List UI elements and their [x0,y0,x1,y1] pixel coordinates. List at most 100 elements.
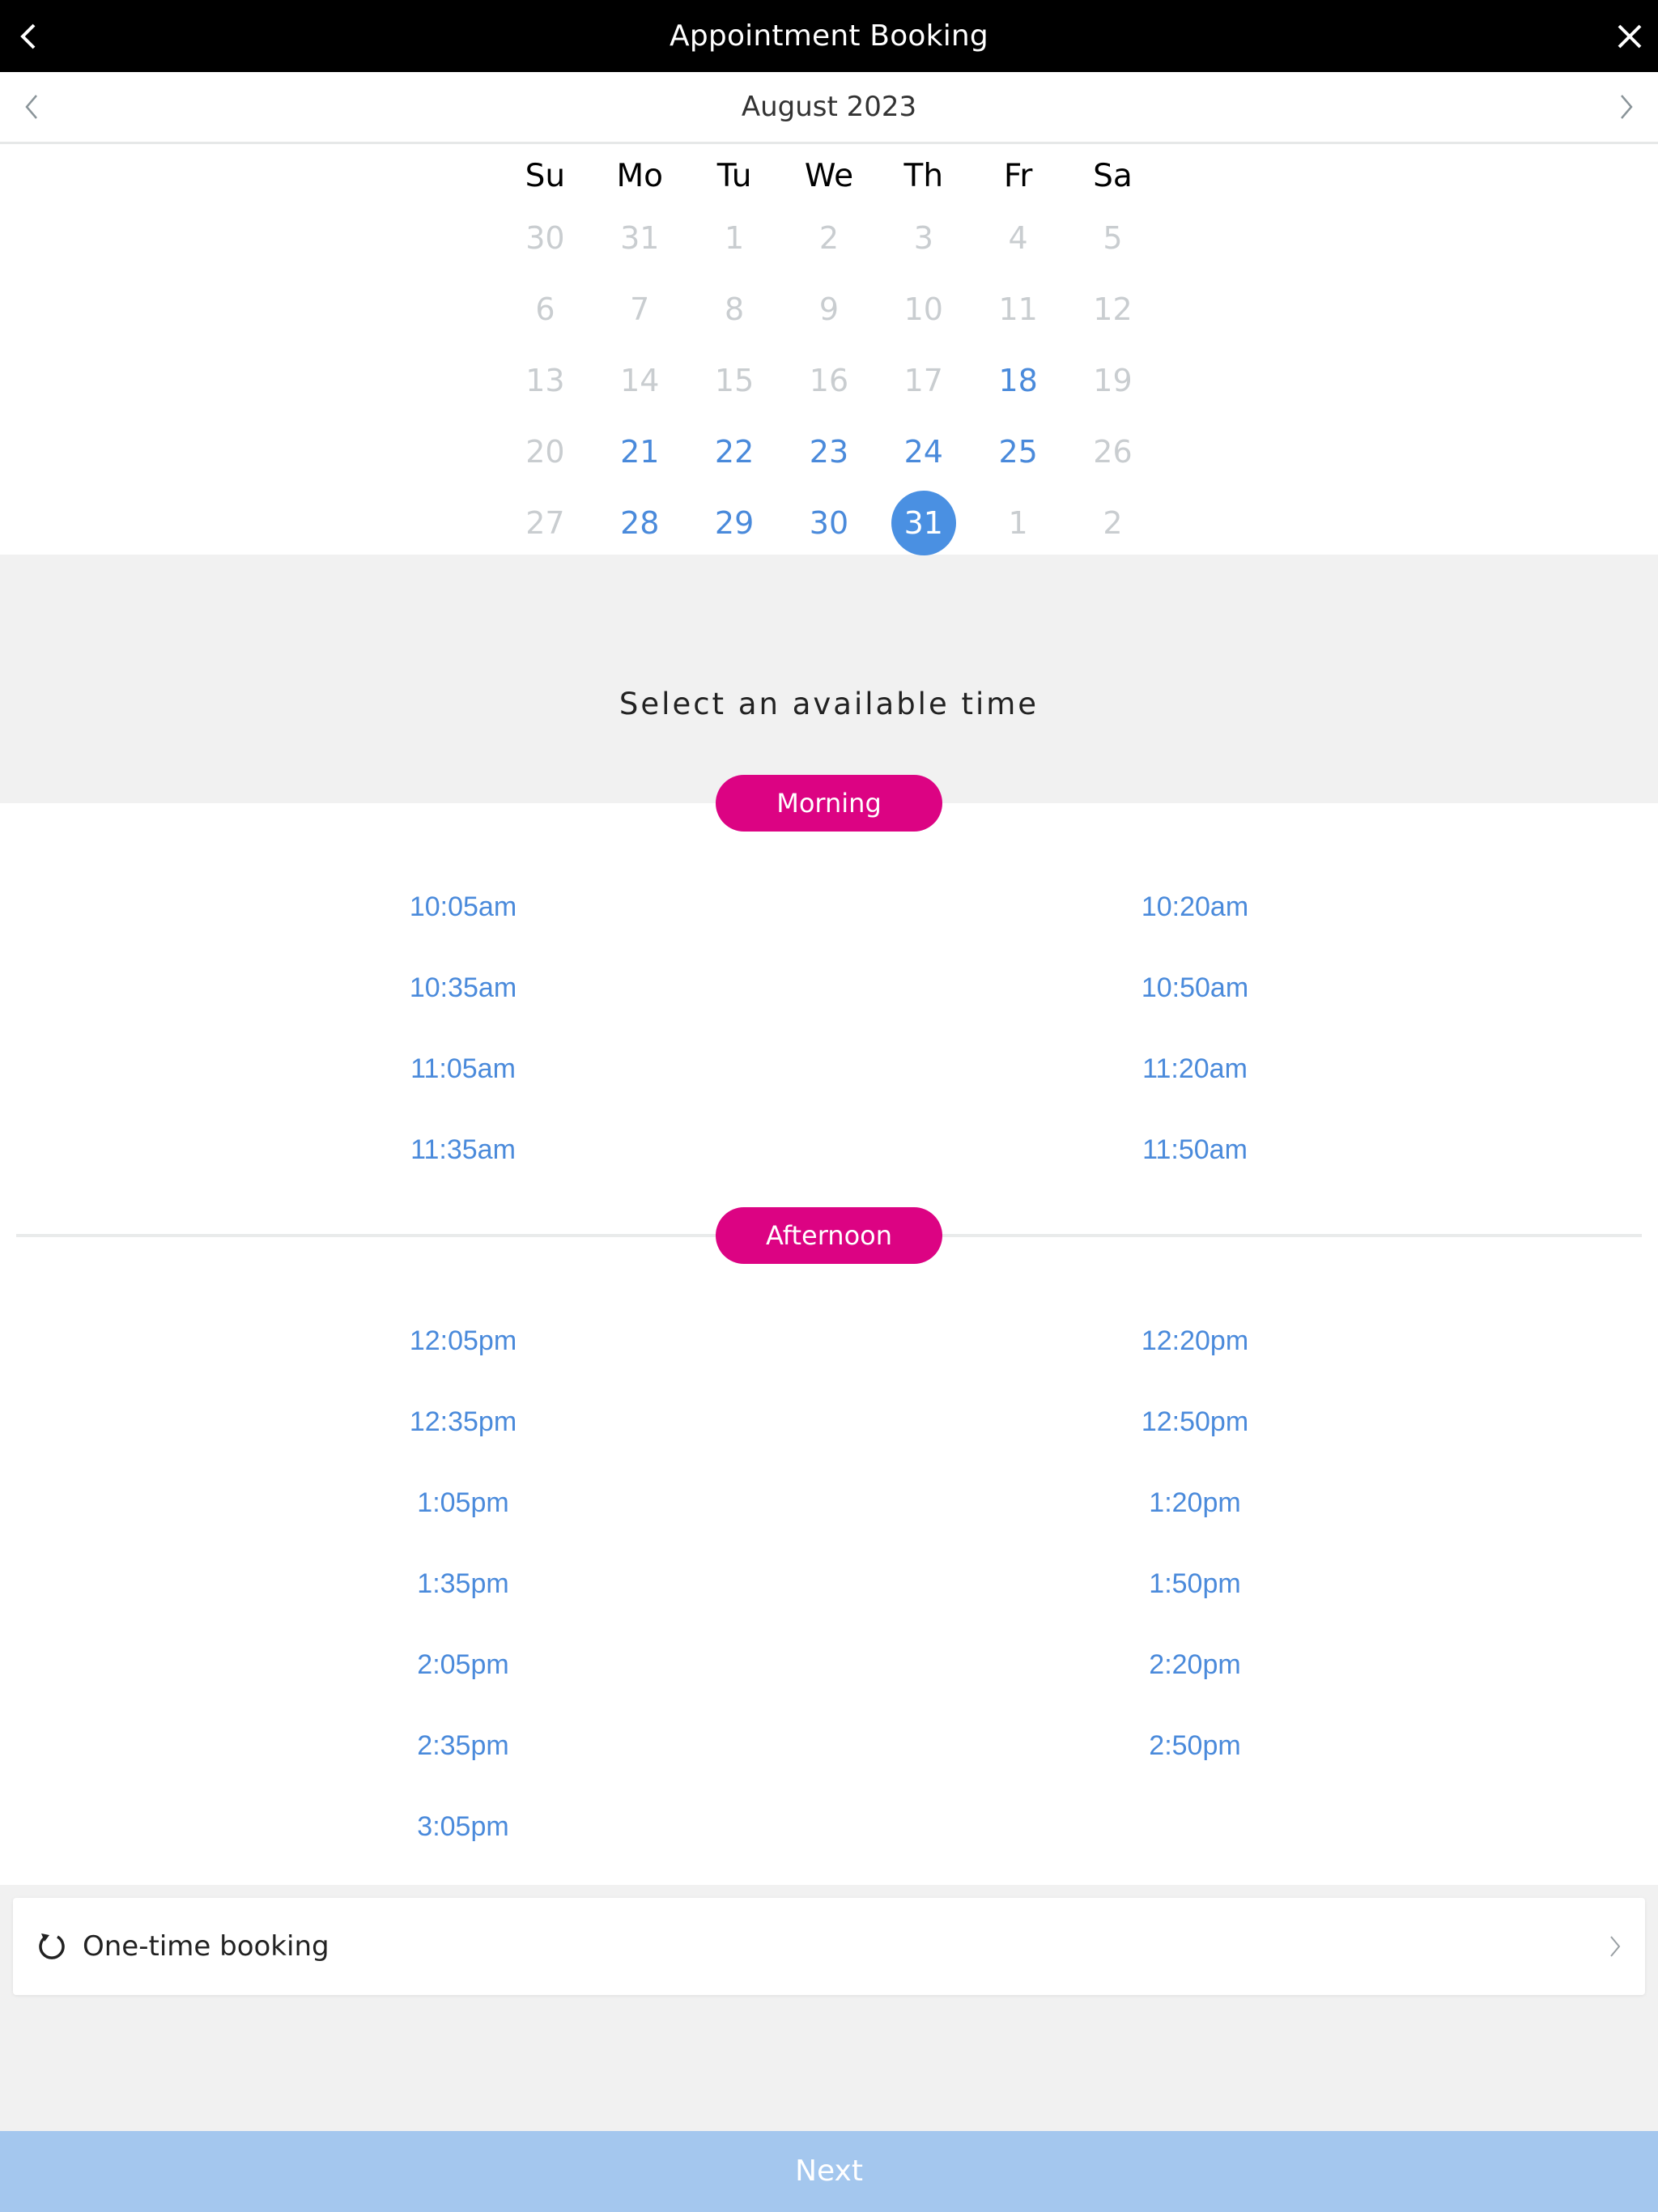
calendar-day-number: 11 [998,291,1038,327]
calendar-day-available[interactable]: 18 [971,345,1065,416]
calendar-day-number: 13 [525,363,565,398]
booking-type-selector[interactable]: One-time booking [13,1898,1645,1995]
calendar-day-number: 15 [714,363,755,398]
page-title: Appointment Booking [670,19,988,53]
calendar-day-number: 5 [1103,220,1123,256]
time-slot[interactable]: 2:05pm [301,1640,625,1689]
time-slot[interactable]: 10:50am [1033,963,1357,1012]
calendar-week-row: 6 7 8 9 10 11 12 [498,274,1160,345]
calendar-day-selected[interactable]: 31 [876,487,971,559]
next-button[interactable]: Next [0,2131,1658,2212]
calendar-week-row: 20 21 22 23 24 25 26 [498,416,1160,487]
calendar-day-available[interactable]: 28 [593,487,687,559]
month-navigation: August 2023 [0,72,1658,144]
next-month-button[interactable] [1598,72,1655,142]
calendar-day-unavailable: 17 [876,345,971,416]
calendar-day-number: 4 [1008,220,1028,256]
calendar-day-available[interactable]: 29 [687,487,782,559]
time-slot[interactable]: 2:20pm [1033,1640,1357,1689]
calendar-day-number: 2 [818,220,840,256]
calendar-day-number: 21 [620,434,660,470]
calendar-day-available[interactable]: 23 [782,416,877,487]
time-slot[interactable]: 12:50pm [1033,1397,1357,1446]
calendar-day-number: 6 [535,291,555,327]
calendar-day-number: 31 [891,491,956,555]
close-button[interactable] [1601,0,1658,72]
calendar-day-number: 22 [714,434,755,470]
calendar-day-unavailable: 2 [1065,487,1160,559]
calendar-day-available[interactable]: 24 [876,416,971,487]
time-slot[interactable]: 1:05pm [301,1478,625,1527]
calendar-day-unavailable: 9 [782,274,877,345]
chevron-right-icon [1621,95,1633,119]
weekday-label: Tu [716,157,752,194]
calendar-day-unavailable: 16 [782,345,877,416]
time-slot[interactable]: 2:50pm [1033,1721,1357,1770]
time-slot[interactable]: 1:50pm [1033,1559,1357,1608]
calendar-week-row: 27 28 29 30 31 1 2 [498,487,1160,559]
calendar-day-number: 3 [913,220,933,256]
calendar-day-unavailable: 4 [971,202,1065,274]
calendar-day-available[interactable]: 30 [782,487,877,559]
calendar-day-number: 19 [1093,363,1133,398]
weekday-label: Fr [1003,157,1033,194]
calendar-day-number: 29 [714,505,755,541]
time-slot[interactable]: 11:35am [301,1125,625,1174]
time-slot[interactable]: 1:20pm [1033,1478,1357,1527]
time-slot[interactable]: 12:20pm [1033,1317,1357,1365]
time-slot[interactable]: 10:20am [1033,883,1357,931]
time-slot[interactable]: 11:05am [301,1044,625,1093]
morning-label: Morning [716,775,942,832]
calendar-day-unavailable: 12 [1065,274,1160,345]
calendar: Su Mo Tu We Th Fr Sa 30 31 1 2 3 4 5 6 7 8 9 10 11 12 13 14 15… [0,144,1658,555]
time-slot[interactable]: 12:05pm [301,1317,625,1365]
time-slot[interactable]: 11:50am [1033,1125,1357,1174]
calendar-day-unavailable: 1 [687,202,782,274]
calendar-day-available[interactable]: 22 [687,416,782,487]
time-section-heading: Select an available time [619,687,1039,721]
calendar-weeks: 30 31 1 2 3 4 5 6 7 8 9 10 11 12 13 14 15 16 17 18 19 20 21 22 2… [498,202,1160,559]
weekday-label: Su [525,157,566,194]
weekday-header: Su Mo Tu We Th Fr Sa [498,144,1160,202]
calendar-day-number: 14 [620,363,660,398]
chevron-right-icon [1603,1930,1627,1963]
calendar-day-number: 17 [903,363,943,398]
calendar-day-number: 27 [525,505,565,541]
calendar-day-number: 20 [525,434,565,470]
calendar-day-number: 16 [809,363,849,398]
time-slot[interactable]: 11:20am [1033,1044,1357,1093]
calendar-day-unavailable: 10 [876,274,971,345]
calendar-day-number: 2 [1103,505,1123,541]
calendar-day-number: 30 [525,220,565,256]
calendar-day-unavailable: 8 [687,274,782,345]
calendar-day-unavailable: 20 [498,416,593,487]
calendar-day-number: 24 [903,434,943,470]
time-slot[interactable]: 1:35pm [301,1559,625,1608]
calendar-day-available[interactable]: 25 [971,416,1065,487]
calendar-day-unavailable: 19 [1065,345,1160,416]
calendar-day-number: 1 [725,220,745,256]
time-slot[interactable]: 12:35pm [301,1397,625,1446]
calendar-day-unavailable: 7 [593,274,687,345]
calendar-day-number: 26 [1093,434,1133,470]
calendar-day-unavailable: 1 [971,487,1065,559]
calendar-day-number: 10 [903,291,943,327]
calendar-day-unavailable: 6 [498,274,593,345]
calendar-day-unavailable: 5 [1065,202,1160,274]
time-slot[interactable]: 10:05am [301,883,625,931]
time-slot[interactable]: 2:35pm [301,1721,625,1770]
calendar-day-number: 12 [1093,291,1133,327]
calendar-day-number: 25 [998,434,1038,470]
weekday-label: Th [903,157,944,194]
time-slot[interactable]: 3:05pm [301,1802,625,1851]
time-slot[interactable]: 10:35am [301,963,625,1012]
calendar-day-available[interactable]: 21 [593,416,687,487]
calendar-day-number: 9 [818,291,840,327]
calendar-day-number: 31 [620,220,660,256]
calendar-week-row: 30 31 1 2 3 4 5 [498,202,1160,274]
repeat-icon [36,1930,68,1963]
calendar-day-unavailable: 14 [593,345,687,416]
calendar-day-unavailable: 2 [782,202,877,274]
calendar-day-unavailable: 26 [1065,416,1160,487]
afternoon-label: Afternoon [716,1207,942,1264]
